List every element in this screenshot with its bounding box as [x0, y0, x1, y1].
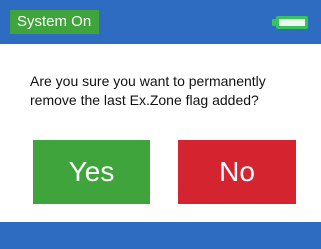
battery-full-icon — [272, 16, 312, 29]
yes-button[interactable]: Yes — [33, 140, 150, 204]
confirmation-message: Are you sure you want to permanently rem… — [30, 72, 310, 110]
footer-bar — [0, 222, 321, 249]
message-line-2: remove the last Ex.Zone flag added? — [30, 92, 259, 108]
message-line-1: Are you sure you want to permanently — [30, 73, 266, 89]
battery-level-indicator — [279, 19, 305, 26]
status-bar: System On — [0, 0, 321, 44]
system-status-label: System On — [10, 10, 100, 34]
no-button[interactable]: No — [178, 140, 296, 204]
confirmation-screen: System On Are you sure you want to perma… — [0, 0, 321, 249]
